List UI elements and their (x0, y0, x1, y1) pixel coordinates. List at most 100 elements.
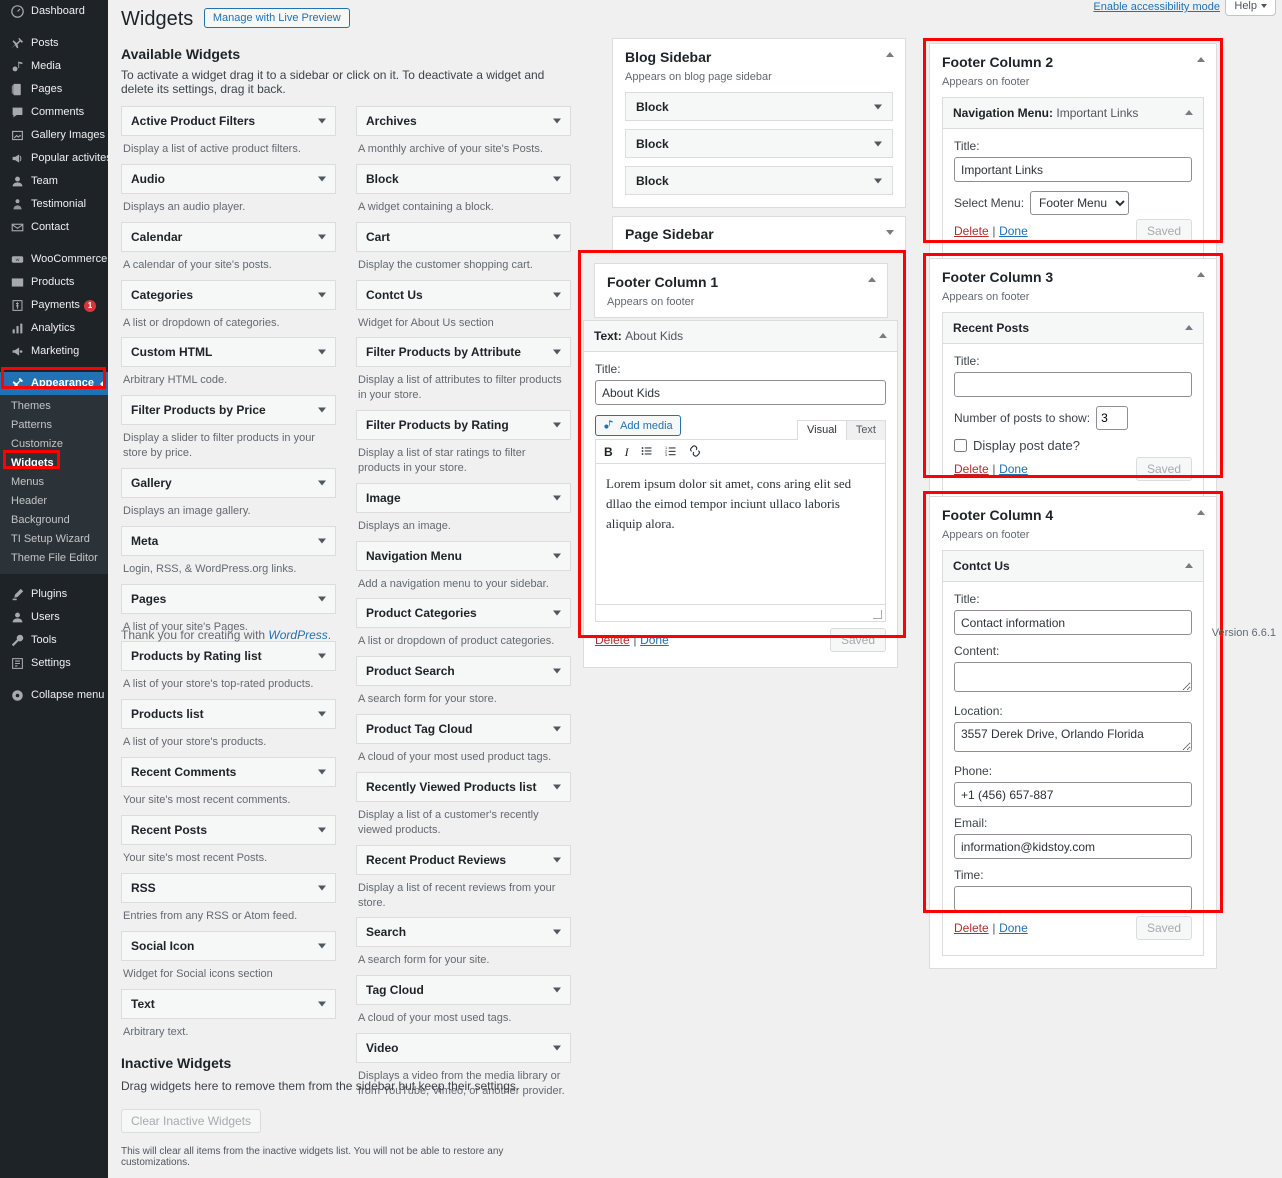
sidebar-item-products[interactable]: Products (0, 271, 108, 294)
numbered-list-icon[interactable]: 123 (665, 445, 677, 459)
delete-link[interactable]: Delete (954, 224, 989, 238)
available-widget[interactable]: Block (356, 163, 571, 194)
sidebar-item-appearance[interactable]: Appearance (0, 372, 108, 395)
available-widget[interactable]: Social Icon (121, 930, 336, 961)
available-widget[interactable]: Products list (121, 699, 336, 730)
available-widget[interactable]: RSS (121, 872, 336, 903)
submenu-item-header[interactable]: Header (0, 492, 108, 511)
chevron-down-icon[interactable] (318, 234, 326, 240)
done-link[interactable]: Done (640, 633, 669, 647)
enable-accessibility-mode-link[interactable]: Enable accessibility mode (1093, 1, 1220, 13)
available-widget[interactable]: Contct Us (356, 279, 571, 310)
display-post-date-checkbox[interactable] (954, 439, 967, 452)
chevron-down-icon[interactable] (874, 141, 882, 146)
chevron-down-icon[interactable] (318, 480, 326, 486)
chevron-down-icon[interactable] (553, 726, 561, 732)
title-input[interactable] (595, 380, 886, 405)
chevron-down-icon[interactable] (553, 349, 561, 355)
title-input[interactable] (954, 372, 1192, 397)
navigation-menu-widget-header[interactable]: Navigation Menu: Important Links (943, 98, 1203, 129)
submenu-item-customize[interactable]: Customize (0, 435, 108, 454)
available-widget[interactable]: Pages (121, 583, 336, 614)
chevron-down-icon[interactable] (553, 176, 561, 182)
available-widget[interactable]: Recent Product Reviews (356, 844, 571, 875)
chevron-down-icon[interactable] (318, 711, 326, 717)
chevron-up-icon[interactable] (1197, 272, 1205, 277)
location-textarea[interactable] (954, 722, 1192, 752)
chevron-down-icon[interactable] (553, 1045, 561, 1051)
submenu-item-patterns[interactable]: Patterns (0, 416, 108, 435)
sidebar-item-pages[interactable]: Pages (0, 78, 108, 101)
bold-icon[interactable]: B (604, 446, 613, 458)
link-icon[interactable] (689, 444, 701, 459)
chevron-down-icon[interactable] (318, 1001, 326, 1006)
sidebar-item-contact[interactable]: Contact (0, 216, 108, 239)
available-widget[interactable]: Active Product Filters (121, 106, 336, 136)
done-link[interactable]: Done (999, 462, 1028, 476)
page-sidebar-header[interactable]: Page Sidebar (613, 217, 905, 251)
available-widget[interactable]: Meta (121, 525, 336, 556)
sidebar-item-popular-activites[interactable]: Popular activites (0, 147, 112, 170)
tab-text[interactable]: Text (845, 420, 886, 440)
select-menu-dropdown[interactable]: Footer Menu (1030, 191, 1130, 215)
chevron-down-icon[interactable] (318, 292, 326, 298)
contact-us-widget-header[interactable]: Contct Us (943, 551, 1203, 582)
available-widget[interactable]: Product Categories (356, 598, 571, 629)
sidebar-item-gallery-images[interactable]: Gallery Images (0, 124, 108, 147)
chevron-down-icon[interactable] (553, 929, 561, 935)
chevron-down-icon[interactable] (318, 653, 326, 659)
italic-icon[interactable]: I (625, 446, 629, 458)
chevron-down-icon[interactable] (553, 668, 561, 674)
submenu-item-background[interactable]: Background (0, 511, 108, 530)
available-widget[interactable]: Products by Rating list (121, 641, 336, 672)
chevron-down-icon[interactable] (318, 596, 326, 602)
available-widget[interactable]: Navigation Menu (356, 540, 571, 571)
sidebar-item-team[interactable]: Team (0, 170, 108, 193)
sidebar-item-collapse-menu[interactable]: Collapse menu (0, 684, 108, 707)
widget-block-1[interactable]: Block (625, 92, 893, 121)
bullet-list-icon[interactable] (641, 445, 653, 459)
available-widget[interactable]: Search (356, 917, 571, 948)
widget-block-2[interactable]: Block (625, 129, 893, 158)
available-widget[interactable]: Tag Cloud (356, 975, 571, 1006)
chevron-down-icon[interactable] (553, 495, 561, 501)
sidebar-item-posts[interactable]: Posts (0, 32, 108, 55)
sidebar-item-dashboard[interactable]: Dashboard (0, 0, 108, 23)
submenu-item-ti-setup-wizard[interactable]: TI Setup Wizard (0, 530, 108, 549)
chevron-up-icon[interactable] (868, 277, 876, 282)
available-widget[interactable]: Gallery (121, 467, 336, 498)
sidebar-item-comments[interactable]: Comments (0, 101, 108, 124)
available-widget[interactable]: Filter Products by Price (121, 395, 336, 426)
clear-inactive-widgets-button[interactable]: Clear Inactive Widgets (121, 1109, 262, 1133)
chevron-down-icon[interactable] (318, 349, 326, 355)
sidebar-item-plugins[interactable]: Plugins (0, 583, 108, 606)
phone-input[interactable] (954, 782, 1192, 807)
available-widget[interactable]: Audio (121, 163, 336, 194)
sidebar-item-media[interactable]: Media (0, 55, 108, 78)
footer-column-1-header[interactable]: Footer Column 1 Appears on footer (595, 264, 887, 317)
available-widget[interactable]: Cart (356, 221, 571, 252)
chevron-up-icon[interactable] (879, 333, 887, 338)
submenu-item-themes[interactable]: Themes (0, 397, 108, 416)
chevron-down-icon[interactable] (318, 118, 326, 124)
sidebar-item-testimonial[interactable]: Testimonial (0, 193, 108, 216)
wordpress-link[interactable]: WordPress (268, 628, 327, 642)
sidebar-item-tools[interactable]: Tools (0, 629, 108, 652)
chevron-down-icon[interactable] (318, 943, 326, 949)
chevron-down-icon[interactable] (874, 104, 882, 109)
tab-visual[interactable]: Visual (797, 420, 847, 440)
available-widget[interactable]: Image (356, 482, 571, 513)
title-input[interactable] (954, 157, 1192, 182)
chevron-up-icon[interactable] (1185, 325, 1193, 330)
manage-with-live-preview-button[interactable]: Manage with Live Preview (203, 7, 350, 28)
chevron-down-icon[interactable] (886, 230, 894, 235)
chevron-down-icon[interactable] (318, 538, 326, 544)
editor-content[interactable]: Lorem ipsum dolor sit amet, cons aring e… (596, 464, 885, 604)
title-input[interactable] (954, 610, 1192, 635)
chevron-down-icon[interactable] (553, 784, 561, 790)
widget-block-3[interactable]: Block (625, 166, 893, 195)
available-widget[interactable]: Product Search (356, 656, 571, 687)
sidebar-item-woocommerce[interactable]: W WooCommerce (0, 248, 108, 271)
recent-posts-widget-header[interactable]: Recent Posts (943, 313, 1203, 344)
chevron-up-icon[interactable] (1185, 110, 1193, 115)
